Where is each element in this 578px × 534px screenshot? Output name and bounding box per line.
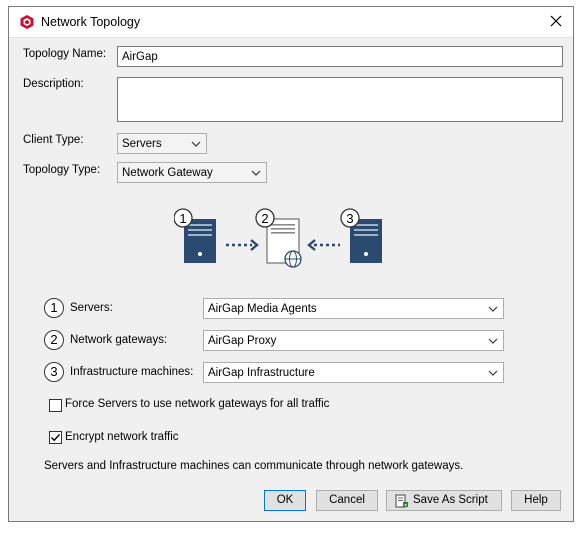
chevron-down-icon — [191, 141, 201, 147]
arrow-right-icon — [226, 239, 259, 251]
topology-type-label: Topology Type: — [23, 164, 101, 176]
window-title: Network Topology — [41, 15, 141, 29]
help-button[interactable]: Help — [511, 490, 561, 511]
step-label: 1 — [179, 211, 186, 226]
arrow-left-icon — [307, 239, 340, 251]
step-label: 2 — [261, 211, 268, 226]
infrastructure-machines-select[interactable]: AirGap Infrastructure — [203, 362, 504, 383]
force-gateways-checkbox[interactable] — [49, 399, 62, 412]
chevron-down-icon — [488, 370, 498, 376]
network-gateways-select[interactable]: AirGap Proxy — [203, 330, 504, 351]
infrastructure-machines-label: Infrastructure machines: — [70, 366, 194, 378]
client-type-select[interactable]: Servers — [117, 133, 207, 154]
title-bar: Network Topology — [9, 7, 573, 38]
step-number-1: 1 — [44, 298, 64, 318]
topology-name-label: Topology Name: — [23, 48, 107, 60]
save-as-script-button[interactable]: Save As Script — [386, 490, 502, 511]
step-label: 3 — [346, 211, 353, 226]
encrypt-traffic-label: Encrypt network traffic — [65, 431, 179, 443]
gateway-icon — [266, 218, 302, 268]
chevron-down-icon — [488, 338, 498, 344]
client-type-label: Client Type: — [23, 134, 84, 146]
info-text: Servers and Infrastructure machines can … — [44, 460, 464, 472]
chevron-down-icon — [488, 306, 498, 312]
servers-select[interactable]: AirGap Media Agents — [203, 298, 504, 319]
network-gateways-value: AirGap Proxy — [208, 334, 277, 347]
force-gateways-label: Force Servers to use network gateways fo… — [65, 398, 330, 410]
servers-label: Servers: — [70, 302, 113, 314]
encrypt-traffic-checkbox[interactable] — [49, 431, 62, 444]
ok-button[interactable]: OK — [264, 490, 306, 511]
script-save-icon — [395, 494, 408, 508]
client-type-value: Servers — [122, 137, 162, 150]
chevron-down-icon — [251, 170, 261, 176]
step-number-2: 2 — [44, 330, 64, 350]
step-number-3: 3 — [44, 362, 64, 382]
description-input[interactable] — [117, 77, 563, 122]
checkmark-icon — [51, 434, 61, 442]
topology-name-input[interactable] — [117, 46, 563, 67]
cancel-button[interactable]: Cancel — [316, 490, 378, 511]
topology-type-select[interactable]: Network Gateway — [117, 162, 267, 183]
network-topology-dialog: Network Topology Topology Name: Descript… — [8, 6, 574, 522]
save-as-script-label: Save As Script — [413, 494, 488, 506]
app-logo-icon — [20, 15, 34, 29]
description-label: Description: — [23, 78, 84, 90]
servers-value: AirGap Media Agents — [208, 302, 317, 315]
topology-diagram: 1 2 3 — [174, 208, 382, 268]
topology-type-value: Network Gateway — [122, 166, 213, 179]
close-icon[interactable] — [547, 12, 565, 30]
infrastructure-machines-value: AirGap Infrastructure — [208, 366, 315, 379]
network-gateways-label: Network gateways: — [70, 334, 168, 346]
